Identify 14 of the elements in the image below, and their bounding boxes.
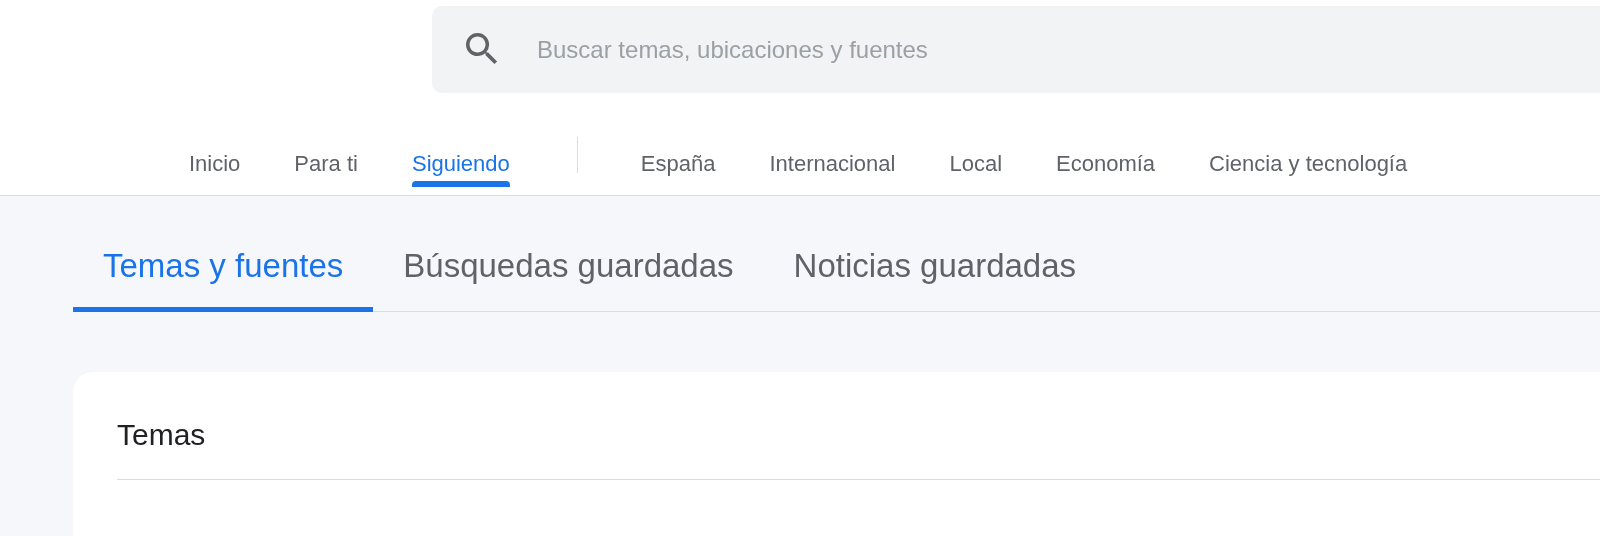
- card-title: Temas: [117, 412, 1600, 480]
- nav-tab[interactable]: Local: [949, 131, 1003, 187]
- nav-tab[interactable]: Internacional: [769, 131, 896, 187]
- tab[interactable]: Noticias guardadas: [763, 240, 1107, 312]
- nav-tab[interactable]: España: [640, 131, 716, 187]
- tab[interactable]: Búsquedas guardadas: [373, 240, 764, 312]
- nav-tab[interactable]: Economía: [1056, 131, 1156, 187]
- search-field[interactable]: Buscar temas, ubicaciones y fuentes: [432, 6, 1600, 93]
- nav-tab[interactable]: Para ti: [294, 131, 358, 187]
- search-icon[interactable]: [466, 33, 498, 65]
- tab[interactable]: Temas y fuentes: [73, 240, 374, 312]
- nav-tab[interactable]: Inicio: [189, 131, 241, 187]
- nav-tab[interactable]: Siguiendo: [411, 131, 510, 187]
- nav-tab[interactable]: Ciencia y tecnología: [1209, 131, 1408, 187]
